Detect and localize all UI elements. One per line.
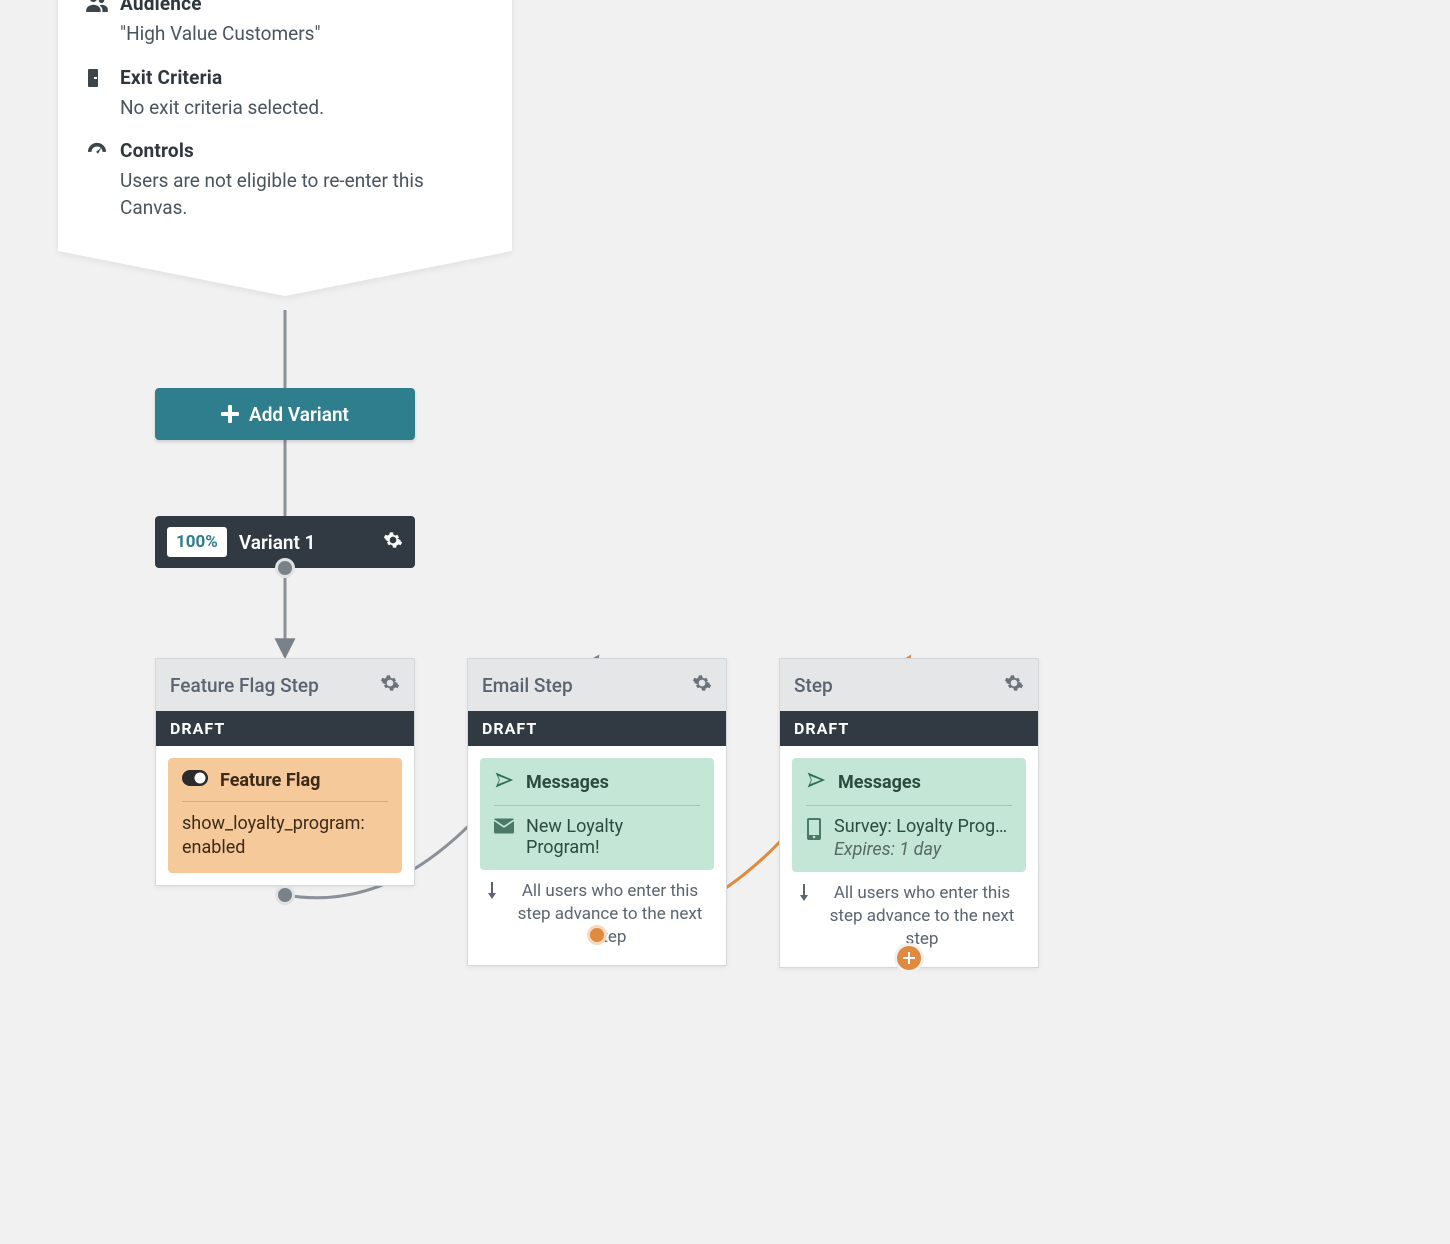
step-card-feature-flag[interactable]: Feature Flag Step DRAFT Feature Flag sho… bbox=[155, 658, 415, 886]
panel-title: Messages bbox=[526, 772, 609, 793]
step-card-email[interactable]: Email Step DRAFT Messages New Loyalty Pr… bbox=[467, 658, 727, 966]
exit-icon bbox=[86, 66, 112, 92]
feature-flag-panel: Feature Flag show_loyalty_program: enabl… bbox=[168, 758, 402, 873]
add-variant-label: Add Variant bbox=[249, 403, 349, 426]
message-label: Survey: Loyalty Prog… bbox=[834, 816, 1012, 837]
advance-text: All users who enter this step advance to… bbox=[510, 880, 710, 949]
add-step-button[interactable] bbox=[897, 946, 921, 970]
audience-value: "High Value Customers" bbox=[120, 21, 484, 48]
gear-icon bbox=[383, 530, 403, 550]
step-settings-button[interactable] bbox=[380, 673, 400, 697]
gear-icon bbox=[380, 673, 400, 693]
advance-rule: All users who enter this step advance to… bbox=[792, 872, 1026, 955]
connector-node bbox=[275, 885, 295, 905]
controls-icon bbox=[86, 139, 112, 165]
mobile-icon bbox=[806, 816, 822, 845]
message-sub: Expires: 1 day bbox=[834, 839, 1012, 860]
messages-panel: Messages New Loyalty Program! bbox=[480, 758, 714, 870]
plus-icon bbox=[903, 952, 915, 964]
feature-flag-value: show_loyalty_program: enabled bbox=[182, 812, 388, 861]
variant-percent: 100% bbox=[167, 527, 227, 557]
arrow-down-icon bbox=[484, 880, 500, 905]
toggle-icon bbox=[182, 770, 208, 791]
step-settings-button[interactable] bbox=[1004, 673, 1024, 697]
status-badge: DRAFT bbox=[780, 711, 1038, 746]
canvas-settings-card: Audience "High Value Customers" Exit Cri… bbox=[58, 0, 512, 251]
variant-settings-button[interactable] bbox=[383, 530, 403, 554]
gear-icon bbox=[1004, 673, 1024, 693]
status-badge: DRAFT bbox=[468, 711, 726, 746]
exit-value: No exit criteria selected. bbox=[120, 95, 484, 122]
gear-icon bbox=[692, 673, 712, 693]
status-badge: DRAFT bbox=[156, 711, 414, 746]
send-icon bbox=[806, 770, 826, 795]
messages-panel: Messages Survey: Loyalty Prog… Expires: … bbox=[792, 758, 1026, 872]
send-icon bbox=[494, 770, 514, 795]
email-icon bbox=[494, 816, 514, 839]
connector-node bbox=[587, 925, 607, 945]
step-title: Step bbox=[794, 674, 1004, 697]
step-title: Feature Flag Step bbox=[170, 674, 380, 697]
plus-icon bbox=[221, 405, 239, 423]
controls-value: Users are not eligible to re-enter this … bbox=[120, 168, 484, 221]
variant-name: Variant 1 bbox=[239, 531, 383, 554]
controls-label: Controls bbox=[120, 139, 484, 162]
connector-node bbox=[275, 558, 295, 578]
step-title: Email Step bbox=[482, 674, 692, 697]
add-variant-button[interactable]: Add Variant bbox=[155, 388, 415, 440]
audience-icon bbox=[86, 0, 112, 16]
message-label: New Loyalty Program! bbox=[526, 816, 700, 858]
step-card-survey[interactable]: Step DRAFT Messages Survey: Loyalty Prog… bbox=[779, 658, 1039, 968]
audience-label: Audience bbox=[120, 0, 484, 15]
arrow-down-icon bbox=[796, 882, 812, 907]
step-settings-button[interactable] bbox=[692, 673, 712, 697]
panel-title: Feature Flag bbox=[220, 770, 320, 791]
exit-label: Exit Criteria bbox=[120, 66, 484, 89]
panel-title: Messages bbox=[838, 772, 921, 793]
advance-text: All users who enter this step advance to… bbox=[822, 882, 1022, 951]
